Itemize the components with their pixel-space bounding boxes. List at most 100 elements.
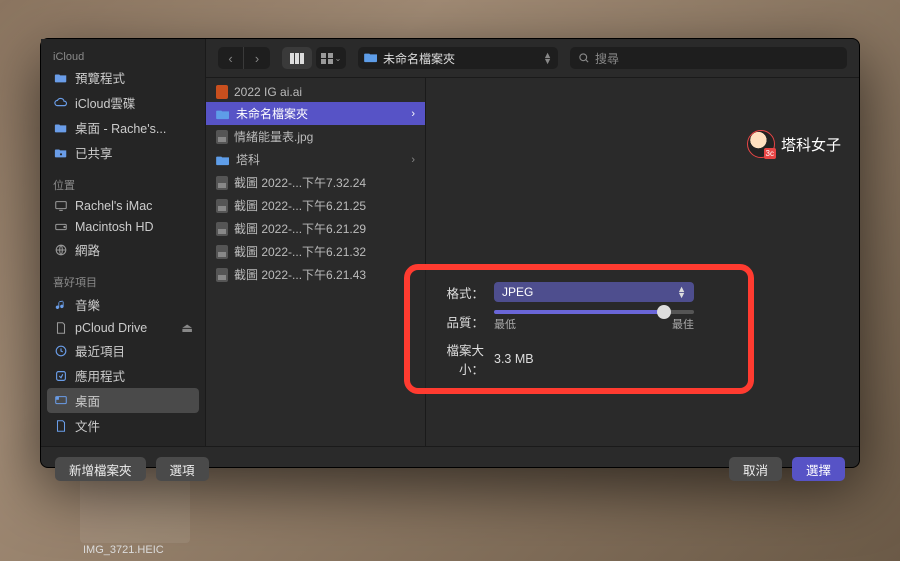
- sidebar-item-icloud[interactable]: iCloud雲碟: [41, 90, 205, 115]
- file-name: 截圖 2022-...下午6.21.32: [234, 243, 366, 260]
- file-name: 截圖 2022-...下午6.21.25: [234, 197, 366, 214]
- sidebar-item-label: 桌面: [75, 391, 100, 410]
- folder-icon: [364, 51, 378, 66]
- sidebar-header-favorites: 喜好項目: [41, 270, 205, 292]
- sidebar-item-preview[interactable]: 預覽程式: [41, 65, 205, 90]
- sidebar-item-documents[interactable]: 文件: [41, 413, 205, 438]
- folder-icon: [53, 120, 68, 135]
- file-row[interactable]: 情緒能量表.jpg: [206, 125, 425, 148]
- sidebar-item-applications[interactable]: 應用程式: [41, 363, 205, 388]
- filesize-label: 檔案大小：: [428, 340, 484, 378]
- sidebar-item-label: 最近項目: [75, 341, 125, 360]
- chevron-right-icon: ›: [411, 154, 415, 166]
- clock-icon: [53, 343, 68, 358]
- toolbar: ‹ › ⌄ 未命名檔案夾 ▲▼ 搜尋: [206, 39, 859, 78]
- file-row[interactable]: 截圖 2022-...下午7.32.24: [206, 171, 425, 194]
- music-icon: [53, 297, 68, 312]
- save-dialog: iCloud 預覽程式 iCloud雲碟 桌面 - Rache's... 已共享…: [40, 38, 860, 468]
- imac-icon: [53, 198, 68, 213]
- forward-button[interactable]: ›: [244, 47, 270, 69]
- quality-slider[interactable]: [494, 310, 694, 314]
- shared-folder-icon: [53, 145, 68, 160]
- sidebar-item-label: 應用程式: [75, 366, 125, 385]
- filesize-value: 3.3 MB: [494, 352, 534, 366]
- file-column: 2022 IG ai.ai 未命名檔案夾 › 情緒能量表.jpg塔科› 截圖 2022-…: [206, 78, 426, 446]
- image-file-icon: [216, 130, 228, 144]
- options-button[interactable]: 選項: [156, 457, 209, 481]
- back-button[interactable]: ‹: [218, 47, 244, 69]
- watermark: 塔科女子: [747, 130, 841, 158]
- file-row[interactable]: 截圖 2022-...下午6.21.29: [206, 217, 425, 240]
- sidebar-item-recent[interactable]: 最近項目: [41, 338, 205, 363]
- sidebar-item-label: 音樂: [75, 295, 100, 314]
- file-browser: 2022 IG ai.ai 未命名檔案夾 › 情緒能量表.jpg塔科› 截圖 2022-…: [206, 78, 859, 446]
- sidebar-item-pcloud[interactable]: pCloud Drive ⏏: [41, 317, 205, 338]
- file-row[interactable]: 截圖 2022-...下午6.21.25: [206, 194, 425, 217]
- desktop-icon: [53, 393, 68, 408]
- image-file-icon: [216, 222, 228, 236]
- file-row[interactable]: 未命名檔案夾 ›: [206, 102, 425, 125]
- format-select[interactable]: JPEG ▲▼: [494, 282, 694, 302]
- file-row[interactable]: 塔科›: [206, 148, 425, 171]
- export-options-callout: 格式： JPEG ▲▼ 品質： 最低 最佳: [404, 264, 754, 394]
- watermark-text: 塔科女子: [781, 134, 841, 155]
- sidebar-item-shared[interactable]: 已共享: [41, 140, 205, 165]
- doc-icon: [53, 418, 68, 433]
- file-name: 2022 IG ai.ai: [234, 85, 302, 99]
- sidebar-item-label: Macintosh HD: [75, 220, 154, 234]
- new-folder-button[interactable]: 新增檔案夾: [55, 457, 146, 481]
- globe-icon: [53, 242, 68, 257]
- doc-icon: [53, 320, 68, 335]
- format-label: 格式：: [428, 283, 484, 302]
- search-input[interactable]: 搜尋: [570, 47, 847, 69]
- file-name: 截圖 2022-...下午6.21.29: [234, 220, 366, 237]
- path-label: 未命名檔案夾: [383, 50, 455, 67]
- sidebar-item-label: 桌面 - Rache's...: [75, 118, 166, 137]
- sidebar-item-music[interactable]: 音樂: [41, 292, 205, 317]
- view-switcher: ⌄: [282, 47, 346, 69]
- desktop-thumb-label: IMG_3721.HEIC: [83, 544, 164, 556]
- ai-file-icon: [216, 85, 228, 99]
- sidebar-item-desktop-rache[interactable]: 桌面 - Rache's...: [41, 115, 205, 140]
- search-placeholder: 搜尋: [595, 50, 619, 67]
- sidebar-item-label: 文件: [75, 416, 100, 435]
- column-view-button[interactable]: [282, 47, 312, 69]
- image-file-icon: [216, 176, 228, 190]
- slider-thumb[interactable]: [657, 305, 671, 319]
- grid-view-button[interactable]: ⌄: [316, 47, 346, 69]
- sidebar-item-network[interactable]: 網路: [41, 237, 205, 262]
- folder-icon: [53, 70, 68, 85]
- sidebar-item-label: Rachel's iMac: [75, 199, 152, 213]
- sidebar-item-label: 預覽程式: [75, 68, 125, 87]
- sidebar-item-macintosh-hd[interactable]: Macintosh HD: [41, 216, 205, 237]
- file-name: 截圖 2022-...下午7.32.24: [234, 174, 366, 191]
- chevron-right-icon: ›: [411, 108, 415, 120]
- sidebar-item-label: pCloud Drive: [75, 321, 147, 335]
- folder-icon: [216, 107, 230, 121]
- sidebar-item-imac[interactable]: Rachel's iMac: [41, 195, 205, 216]
- search-icon: [578, 52, 590, 64]
- image-file-icon: [216, 268, 228, 282]
- file-row[interactable]: 截圖 2022-...下午6.21.43: [206, 263, 425, 286]
- sidebar-header-locations: 位置: [41, 173, 205, 195]
- folder-icon: [216, 153, 230, 167]
- eject-icon[interactable]: ⏏: [181, 320, 193, 335]
- choose-button[interactable]: 選擇: [792, 457, 845, 481]
- image-file-icon: [216, 245, 228, 259]
- watermark-avatar-icon: [747, 130, 775, 158]
- cancel-button[interactable]: 取消: [729, 457, 782, 481]
- image-file-icon: [216, 199, 228, 213]
- path-popup[interactable]: 未命名檔案夾 ▲▼: [358, 47, 558, 69]
- chevron-updown-icon: ▲▼: [677, 286, 686, 298]
- disk-icon: [53, 219, 68, 234]
- sidebar-item-desktop[interactable]: 桌面: [47, 388, 199, 413]
- sidebar-item-label: iCloud雲碟: [75, 93, 135, 112]
- file-name: 未命名檔案夾: [236, 105, 308, 122]
- cloud-icon: [53, 95, 68, 110]
- file-row[interactable]: 截圖 2022-...下午6.21.32: [206, 240, 425, 263]
- sidebar-item-label: 已共享: [75, 143, 113, 162]
- quality-label: 品質：: [428, 312, 484, 331]
- file-row[interactable]: 2022 IG ai.ai: [206, 82, 425, 102]
- sidebar-header-icloud: iCloud: [41, 47, 205, 65]
- sidebar-item-label: 網路: [75, 240, 100, 259]
